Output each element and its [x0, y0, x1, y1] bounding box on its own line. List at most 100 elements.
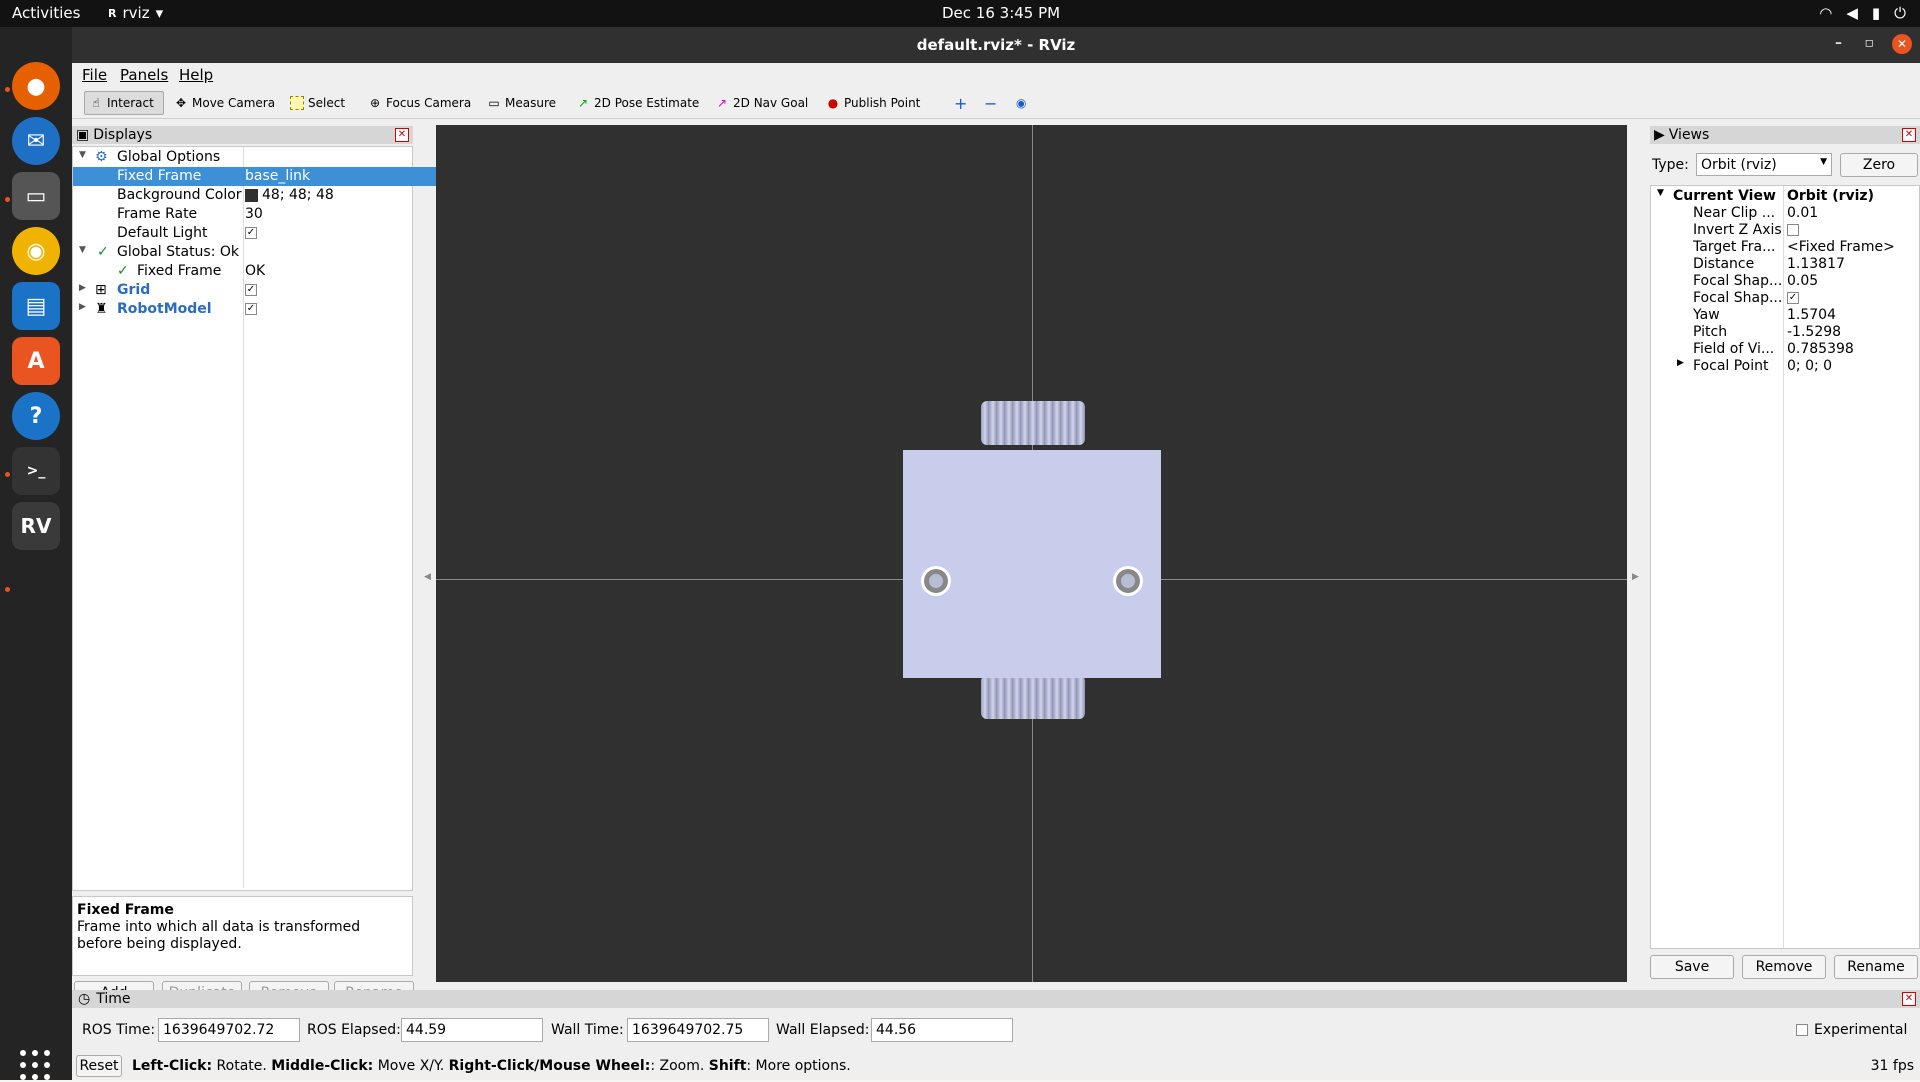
view-prop-row[interactable]: Target Fra... <Fixed Frame>: [1651, 239, 1919, 256]
minimize-icon[interactable]: –: [1835, 35, 1842, 51]
expand-arrow-icon[interactable]: ▼: [79, 150, 86, 160]
splitter-right-arrow-icon[interactable]: ▶: [1632, 572, 1639, 582]
ros-elapsed-field[interactable]: 44.59: [401, 1018, 543, 1042]
tree-row-grid[interactable]: ▶ ⊞ Grid ✓: [73, 281, 484, 300]
activities-button[interactable]: Activities: [12, 4, 80, 22]
pose-estimate-tool[interactable]: ↗ 2D Pose Estimate: [572, 91, 703, 115]
show-apps-icon[interactable]: [20, 1050, 52, 1082]
view-prop-row[interactable]: Focal Shap... ✓: [1651, 290, 1919, 307]
view-prop-value[interactable]: 1.13817: [1787, 256, 1845, 272]
thunderbird-icon[interactable]: ✉: [12, 117, 60, 165]
rviz-icon[interactable]: RV: [12, 502, 60, 550]
software-center-icon[interactable]: A: [12, 337, 60, 385]
interact-tool[interactable]: ☝ Interact: [84, 91, 164, 115]
splitter-left-arrow-icon[interactable]: ◀: [424, 572, 431, 582]
power-icon: ⏻: [1894, 4, 1906, 22]
view-prop-row[interactable]: Focal Shap... 0.05: [1651, 273, 1919, 290]
close-icon[interactable]: ✕: [1902, 992, 1916, 1006]
menu-help[interactable]: Help: [179, 66, 213, 84]
measure-tool[interactable]: ▭ Measure: [483, 91, 560, 115]
fixed-frame-label: Fixed Frame: [117, 168, 202, 184]
terminal-icon[interactable]: >_: [12, 447, 60, 495]
view-prop-row[interactable]: Field of Vi... 0.785398: [1651, 341, 1919, 358]
view-prop-value[interactable]: 0.05: [1787, 273, 1818, 289]
tree-row-status-fixed-frame[interactable]: ✓ Fixed Frame OK: [73, 262, 484, 281]
maximize-icon[interactable]: ▫: [1865, 35, 1875, 51]
collapse-arrow-icon[interactable]: ▶: [79, 283, 86, 293]
displays-tree[interactable]: ▼ ⚙ Global Options Fixed Frame base_link Ba…: [72, 146, 484, 891]
current-view-row[interactable]: ▼ Current View Orbit (rviz): [1651, 188, 1919, 205]
frame-rate-value[interactable]: 30: [245, 206, 263, 222]
rename-view-button[interactable]: Rename: [1834, 955, 1918, 979]
view-prop-value[interactable]: -1.5298: [1787, 324, 1841, 340]
close-icon[interactable]: ✕: [1892, 34, 1912, 54]
wall-elapsed-field[interactable]: 44.56: [871, 1018, 1013, 1042]
select-tool[interactable]: Select: [286, 91, 349, 115]
app-menu[interactable]: Rrviz ▾: [108, 4, 163, 22]
rhythmbox-icon[interactable]: ◉: [12, 227, 60, 275]
robot-model-checkbox[interactable]: ✓: [245, 301, 257, 317]
files-icon[interactable]: ▭: [12, 172, 60, 220]
view-prop-row[interactable]: Pitch -1.5298: [1651, 324, 1919, 341]
collapse-arrow-icon[interactable]: ▶: [1677, 358, 1684, 368]
add-tool-button[interactable]: +: [950, 91, 971, 115]
grid-label: Grid: [117, 282, 151, 298]
views-tree[interactable]: ▼ Current View Orbit (rviz) Near Clip ..…: [1650, 185, 1920, 949]
tree-row-default-light[interactable]: Default Light ✓: [73, 224, 484, 243]
collapse-arrow-icon[interactable]: ▶: [79, 302, 86, 312]
move-icon: ✥: [175, 96, 187, 110]
experimental-checkbox[interactable]: [1796, 1024, 1808, 1036]
system-tray[interactable]: ◠ ◀ ▮ ⏻: [1819, 4, 1906, 22]
camera-type-button[interactable]: ◉: [1012, 91, 1030, 115]
help-icon[interactable]: ?: [12, 392, 60, 440]
remove-view-button[interactable]: Remove: [1742, 955, 1826, 979]
pink-arrow-icon: ↗: [716, 96, 728, 110]
view-prop-row[interactable]: Distance 1.13817: [1651, 256, 1919, 273]
move-camera-tool[interactable]: ✥ Move Camera: [170, 91, 279, 115]
menu-file[interactable]: File: [82, 66, 107, 84]
publish-point-tool[interactable]: ● Publish Point: [822, 91, 924, 115]
tree-row-bg-color[interactable]: Background Color 48; 48; 48: [73, 186, 484, 205]
view-prop-row[interactable]: Yaw 1.5704: [1651, 307, 1919, 324]
clock[interactable]: Dec 16 3:45 PM: [942, 4, 1060, 22]
tree-row-fixed-frame[interactable]: Fixed Frame base_link: [73, 167, 484, 186]
view-prop-value[interactable]: 0.01: [1787, 205, 1818, 221]
view-prop-row[interactable]: Near Clip ... 0.01: [1651, 205, 1919, 222]
ros-time-field[interactable]: 1639649702.72: [158, 1018, 300, 1042]
zero-button[interactable]: Zero: [1840, 153, 1918, 177]
dock: ● ✉ ▭ ◉ ▤ A ? >_ RV: [0, 27, 72, 1080]
save-view-button[interactable]: Save: [1650, 955, 1734, 979]
remove-tool-button[interactable]: −: [980, 91, 1001, 115]
grid-icon: ⊞: [95, 282, 107, 298]
default-light-checkbox[interactable]: ✓: [245, 225, 257, 241]
focus-camera-tool[interactable]: ⊕ Focus Camera: [364, 91, 475, 115]
tree-row-global-options[interactable]: ▼ ⚙ Global Options: [73, 148, 484, 167]
close-icon[interactable]: ✕: [395, 128, 409, 142]
expand-arrow-icon[interactable]: ▼: [79, 245, 86, 255]
tree-row-frame-rate[interactable]: Frame Rate 30: [73, 205, 484, 224]
focal-shape-checkbox[interactable]: ✓: [1787, 290, 1799, 306]
invert-z-checkbox[interactable]: [1787, 222, 1799, 238]
bg-color-value[interactable]: 48; 48; 48: [245, 187, 334, 203]
tree-row-robot-model[interactable]: ▶ ♜ RobotModel ✓: [73, 300, 484, 319]
view-prop-row[interactable]: Invert Z Axis: [1651, 222, 1919, 239]
view-type-select[interactable]: Orbit (rviz) ▼: [1696, 153, 1832, 176]
view-prop-row[interactable]: ▶ Focal Point 0; 0; 0: [1651, 358, 1919, 375]
tree-row-global-status[interactable]: ▼ ✓ Global Status: Ok: [73, 243, 484, 262]
view-prop-value[interactable]: 1.5704: [1787, 307, 1836, 323]
nav-goal-tool[interactable]: ↗ 2D Nav Goal: [711, 91, 812, 115]
fixed-frame-value[interactable]: base_link: [245, 168, 310, 184]
firefox-icon[interactable]: ●: [12, 62, 60, 110]
menu-panels[interactable]: Panels: [120, 66, 168, 84]
reset-button[interactable]: Reset: [76, 1055, 122, 1077]
view-prop-value[interactable]: 0.785398: [1787, 341, 1854, 357]
view-prop-value[interactable]: <Fixed Frame>: [1787, 239, 1895, 255]
expand-arrow-icon[interactable]: ▼: [1657, 188, 1664, 198]
close-icon[interactable]: ✕: [1902, 128, 1916, 142]
writer-icon[interactable]: ▤: [12, 282, 60, 330]
3d-viewport[interactable]: [436, 125, 1627, 982]
view-prop-value[interactable]: 0; 0; 0: [1787, 358, 1832, 374]
wall-time-field[interactable]: 1639649702.75: [627, 1018, 769, 1042]
grid-checkbox[interactable]: ✓: [245, 282, 257, 298]
hint-right-click-text: : Zoom.: [650, 1058, 709, 1074]
